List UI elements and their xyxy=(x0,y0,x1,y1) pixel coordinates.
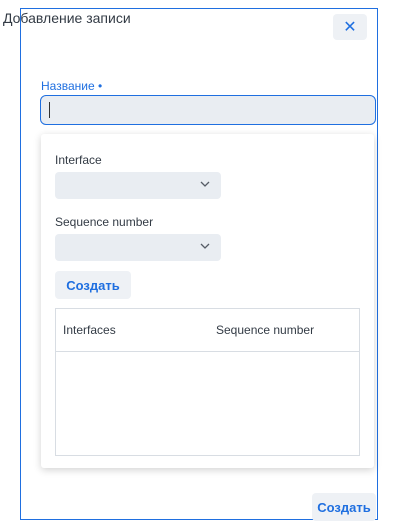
inner-create-button[interactable]: Создать xyxy=(55,271,131,299)
sequence-number-label: Sequence number xyxy=(55,215,154,229)
column-header-interfaces: Interfaces xyxy=(63,323,116,337)
create-button[interactable]: Создать xyxy=(312,493,376,521)
sequence-number-select[interactable] xyxy=(55,234,221,261)
inner-form-card: Interface Sequence number Создать Interf… xyxy=(41,134,374,468)
required-marker: • xyxy=(97,79,103,93)
column-header-sequence-number: Sequence number xyxy=(216,323,315,337)
name-input[interactable] xyxy=(40,95,376,125)
text-caret xyxy=(49,102,50,118)
chevron-down-icon xyxy=(200,181,210,187)
table-header: Interfaces Sequence number xyxy=(56,309,359,352)
close-icon: ✕ xyxy=(343,17,357,36)
interfaces-table: Interfaces Sequence number xyxy=(55,308,360,456)
chevron-down-icon xyxy=(200,243,210,249)
name-label-text: Название xyxy=(41,79,95,93)
name-field-label: Название • xyxy=(41,79,102,93)
close-button[interactable]: ✕ xyxy=(333,14,367,40)
dialog-title: Добавление записи xyxy=(3,10,131,26)
interface-select[interactable] xyxy=(55,172,221,199)
interface-label: Interface xyxy=(55,153,102,167)
